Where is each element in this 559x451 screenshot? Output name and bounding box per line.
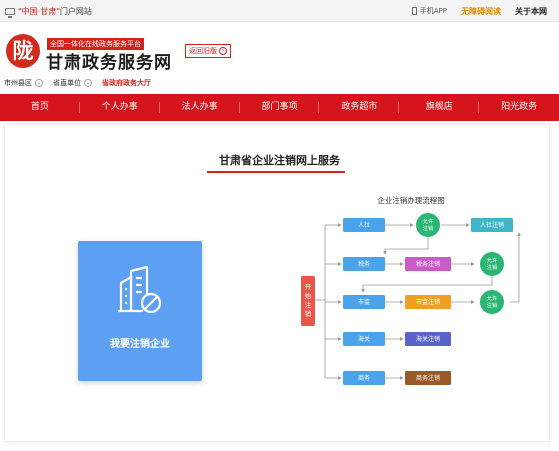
flow-hr-label: 人社 bbox=[358, 221, 370, 229]
flow-market-cancel-label: 市监注销 bbox=[416, 298, 440, 306]
chevron-down-icon: ⌄ bbox=[35, 79, 43, 87]
building-cancel-icon bbox=[118, 265, 162, 314]
nav-department[interactable]: 部门事项 bbox=[240, 94, 320, 121]
cancel-enterprise-card[interactable]: 我要注销企业 bbox=[78, 241, 202, 381]
flow-commerce-label: 商务 bbox=[358, 374, 370, 382]
site-title[interactable]: 甘肃政务服务网 bbox=[46, 48, 172, 73]
nav-sunshine[interactable]: 阳光政务 bbox=[479, 94, 559, 121]
flow-customs-label: 海关 bbox=[358, 335, 370, 343]
mobile-app-link[interactable]: 手机APP bbox=[420, 6, 447, 16]
flow-allow-label-3: 允许注销 bbox=[487, 294, 497, 309]
department-label: 省直单位 bbox=[53, 79, 81, 87]
flow-commerce-cancel-label: 商务注销 bbox=[416, 374, 440, 382]
cancellation-flow-chart: 企业注销办理流程图 开始注销 人社 税务 市监 海关 商务 税务注销 市监注销 … bbox=[301, 195, 521, 385]
site-name-highlight: "中国·甘肃" bbox=[18, 6, 60, 16]
nav-personal[interactable]: 个人办事 bbox=[80, 94, 160, 121]
flow-start-label: 开始注销 bbox=[305, 283, 312, 318]
flow-market-label: 市监 bbox=[358, 298, 370, 306]
monitor-icon bbox=[5, 7, 15, 18]
site-header: 陇 全国一体化在线政务服务平台 甘肃政务服务网 返回旧版 › 市州县区 ⌄ 省直… bbox=[0, 22, 559, 94]
phone-icon bbox=[411, 7, 417, 15]
cancel-enterprise-label: 我要注销企业 bbox=[110, 339, 170, 350]
logo-icon[interactable]: 陇 bbox=[6, 34, 40, 68]
nav-home[interactable]: 首页 bbox=[0, 94, 80, 121]
department-dropdown[interactable]: 省直单位 ⌄ bbox=[53, 78, 92, 88]
region-dropdown[interactable]: 市州县区 ⌄ bbox=[4, 78, 43, 88]
site-name-suffix: 门户网站 bbox=[59, 6, 92, 16]
nav-corporate[interactable]: 法人办事 bbox=[160, 94, 240, 121]
flow-customs-cancel-label: 海关注销 bbox=[416, 335, 440, 343]
title-underline bbox=[207, 171, 345, 173]
arrow-right-icon: › bbox=[219, 47, 227, 55]
return-old-version-button[interactable]: 返回旧版 › bbox=[185, 44, 231, 58]
return-label: 返回旧版 bbox=[189, 47, 217, 55]
portal-link[interactable]: "中国·甘肃" 门户网站 bbox=[5, 5, 92, 18]
flow-allow-circle-2 bbox=[480, 252, 504, 276]
region-selectors: 市州县区 ⌄ 省直单位 ⌄ 省政府政务大厅 bbox=[4, 78, 151, 88]
flow-tax-label: 税务 bbox=[358, 260, 370, 268]
flow-title: 企业注销办理流程图 bbox=[377, 195, 445, 205]
about-link[interactable]: 关于本网 bbox=[515, 6, 547, 17]
nav-flagship[interactable]: 旗舰店 bbox=[399, 94, 480, 121]
government-hall-link[interactable]: 省政府政务大厅 bbox=[102, 78, 151, 88]
flow-tax-cancel-label: 税务注销 bbox=[416, 260, 440, 268]
flow-allow-label-2: 允许注销 bbox=[487, 256, 497, 271]
accessible-reading-link[interactable]: 无障碍阅读 bbox=[461, 6, 501, 17]
page-title: 甘肃省企业注销网上服务 bbox=[219, 154, 340, 167]
flow-allow-label-1: 允许注销 bbox=[423, 217, 433, 232]
main-nav: 首页 个人办事 法人办事 部门事项 政务超市 旗舰店 阳光政务 bbox=[0, 94, 559, 121]
top-bar: "中国·甘肃" 门户网站 手机APP 无障碍阅读 关于本网 bbox=[0, 0, 559, 22]
nav-supermarket[interactable]: 政务超市 bbox=[319, 94, 400, 121]
flow-allow-circle-3 bbox=[480, 290, 504, 314]
flow-allow-circle-1 bbox=[416, 213, 440, 237]
chevron-down-icon: ⌄ bbox=[84, 79, 92, 87]
region-label: 市州县区 bbox=[4, 79, 32, 87]
flow-hr-cancel-label: 人社注销 bbox=[480, 221, 504, 229]
